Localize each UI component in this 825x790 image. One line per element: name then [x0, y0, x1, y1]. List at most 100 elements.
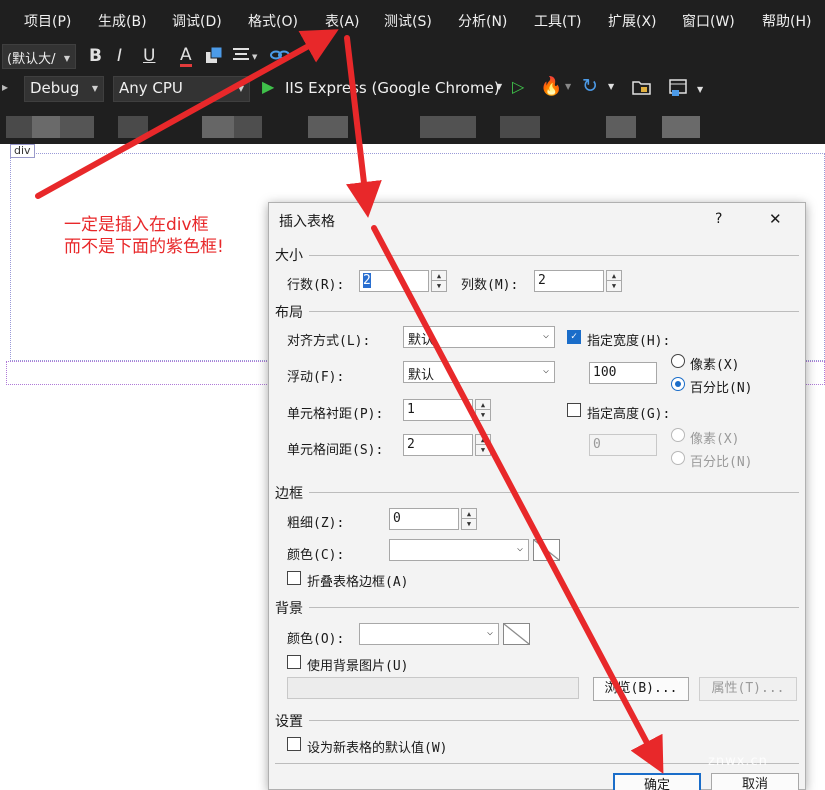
- rows-value: 2: [363, 273, 371, 288]
- rows-spinner[interactable]: ▲ ▼: [431, 270, 447, 292]
- annotation-note: 一定是插入在div框 而不是下面的紫色框!: [64, 214, 224, 258]
- blurred-tab: [6, 116, 32, 138]
- properties-button[interactable]: 属性(T)...: [699, 677, 797, 701]
- help-button[interactable]: ?: [715, 211, 722, 227]
- rows-input[interactable]: 2: [359, 270, 429, 292]
- link-icon[interactable]: [270, 46, 290, 68]
- background-color-swatch[interactable]: [503, 623, 530, 645]
- background-image-label: 使用背景图片(U): [307, 659, 409, 674]
- cols-spinner[interactable]: ▲ ▼: [606, 270, 622, 292]
- collapse-border-label: 折叠表格边框(A): [307, 575, 409, 590]
- width-input[interactable]: 100: [589, 362, 657, 384]
- background-color-icon[interactable]: [205, 46, 223, 68]
- menu-bar: 项目(P) 生成(B) 调试(D) 格式(O) 表(A) 测试(S) 分析(N)…: [0, 0, 825, 40]
- cell-spacing-value: 2: [407, 437, 415, 452]
- blurred-tab: [60, 116, 94, 138]
- ok-button[interactable]: 确定: [613, 773, 701, 790]
- height-checkbox[interactable]: [567, 403, 581, 417]
- hot-reload-icon[interactable]: 🔥: [540, 78, 562, 96]
- cell-spacing-input[interactable]: 2: [403, 434, 473, 456]
- menu-item-window[interactable]: 窗口(W): [682, 11, 735, 31]
- section-layout: 布局: [275, 305, 303, 321]
- annotation-line-2: 而不是下面的紫色框!: [64, 237, 224, 257]
- border-thickness-input[interactable]: 0: [389, 508, 459, 530]
- blurred-tab: [202, 116, 234, 138]
- close-button[interactable]: ✕: [769, 210, 782, 228]
- cols-input[interactable]: 2: [534, 270, 604, 292]
- browser-window-icon[interactable]: [668, 78, 690, 102]
- overflow-icon[interactable]: ▸: [2, 81, 8, 93]
- cell-padding-spinner[interactable]: ▲ ▼: [475, 399, 491, 421]
- start-debugging-icon[interactable]: ▶: [262, 79, 274, 95]
- browse-button[interactable]: 浏览(B)...: [593, 677, 689, 701]
- style-dropdown-value: (默认大/: [7, 52, 56, 67]
- menu-item-debug[interactable]: 调试(D): [172, 11, 222, 31]
- bold-button[interactable]: B: [89, 48, 102, 65]
- divider: [309, 311, 799, 312]
- collapse-border-checkbox[interactable]: [287, 571, 301, 585]
- background-image-path[interactable]: [287, 677, 579, 699]
- cols-label: 列数(M):: [461, 278, 519, 293]
- cancel-button[interactable]: 取消: [711, 773, 799, 790]
- cols-value: 2: [538, 273, 546, 288]
- menu-item-table[interactable]: 表(A): [325, 11, 360, 31]
- menu-item-build[interactable]: 生成(B): [98, 11, 147, 31]
- width-check-label: 指定宽度(H):: [587, 334, 671, 349]
- set-default-checkbox[interactable]: [287, 737, 301, 751]
- solution-platform-value: Any CPU: [119, 79, 183, 97]
- width-pixels-label: 像素(X): [690, 358, 740, 373]
- div-tag-label: div: [10, 144, 35, 158]
- underline-button[interactable]: U: [143, 48, 155, 65]
- background-color-select[interactable]: ⌵: [359, 623, 499, 645]
- align-select[interactable]: 默认 ⌵: [403, 326, 555, 348]
- chevron-down-icon: ▼: [63, 54, 70, 63]
- style-dropdown[interactable]: (默认大/ ▼: [2, 44, 76, 69]
- height-percent-radio[interactable]: [671, 451, 685, 465]
- border-color-swatch[interactable]: [533, 539, 560, 561]
- height-pixels-radio[interactable]: [671, 428, 685, 442]
- menu-item-project[interactable]: 项目(P): [24, 11, 71, 31]
- border-thickness-label: 粗细(Z):: [287, 516, 345, 531]
- solution-platform-dropdown[interactable]: Any CPU ▼: [113, 76, 250, 102]
- start-without-debugging-icon[interactable]: ▷: [512, 79, 524, 95]
- width-value: 100: [593, 365, 617, 380]
- align-icon[interactable]: ▼: [232, 46, 258, 68]
- width-pixels-radio[interactable]: [671, 354, 685, 368]
- menu-item-extensions[interactable]: 扩展(X): [608, 11, 657, 31]
- height-pixels-label: 像素(X): [690, 432, 740, 447]
- background-image-checkbox[interactable]: [287, 655, 301, 669]
- chevron-down-icon: ▼: [237, 84, 244, 93]
- blurred-tab: [308, 116, 348, 138]
- menu-item-test[interactable]: 测试(S): [384, 11, 432, 31]
- border-thickness-spinner[interactable]: ▲ ▼: [461, 508, 477, 530]
- solution-configuration-dropdown[interactable]: Debug ▼: [24, 76, 104, 102]
- border-color-select[interactable]: ⌵: [389, 539, 529, 561]
- chevron-down-icon[interactable]: ▼: [565, 83, 571, 91]
- folder-icon[interactable]: [632, 78, 652, 100]
- section-size: 大小: [275, 248, 303, 264]
- rows-label: 行数(R):: [287, 278, 345, 293]
- menu-item-help[interactable]: 帮助(H): [762, 11, 811, 31]
- width-percent-radio[interactable]: [671, 377, 685, 391]
- italic-button[interactable]: I: [117, 48, 122, 65]
- cell-padding-input[interactable]: 1: [403, 399, 473, 421]
- height-input[interactable]: 0: [589, 434, 657, 456]
- run-target-button[interactable]: IIS Express (Google Chrome): [285, 79, 500, 97]
- blurred-tab: [606, 116, 636, 138]
- chevron-down-icon[interactable]: ▼: [496, 83, 502, 91]
- divider: [309, 720, 799, 721]
- chevron-down-icon[interactable]: ▼: [697, 86, 703, 94]
- divider: [309, 492, 799, 493]
- float-select[interactable]: 默认 ⌵: [403, 361, 555, 383]
- chevron-down-icon: ⌵: [486, 627, 493, 638]
- width-checkbox[interactable]: ✓: [567, 330, 581, 344]
- menu-item-format[interactable]: 格式(O): [248, 11, 298, 31]
- format-toolbar: (默认大/ ▼ B I U A ▼: [0, 40, 825, 73]
- menu-item-analyze[interactable]: 分析(N): [458, 11, 507, 31]
- chevron-down-icon[interactable]: ▼: [608, 83, 614, 91]
- refresh-icon[interactable]: ↻: [582, 77, 598, 96]
- align-value: 默认: [408, 333, 435, 348]
- menu-item-tools[interactable]: 工具(T): [534, 11, 581, 31]
- font-color-button[interactable]: A: [180, 47, 192, 67]
- cell-spacing-spinner[interactable]: ▲ ▼: [475, 434, 491, 456]
